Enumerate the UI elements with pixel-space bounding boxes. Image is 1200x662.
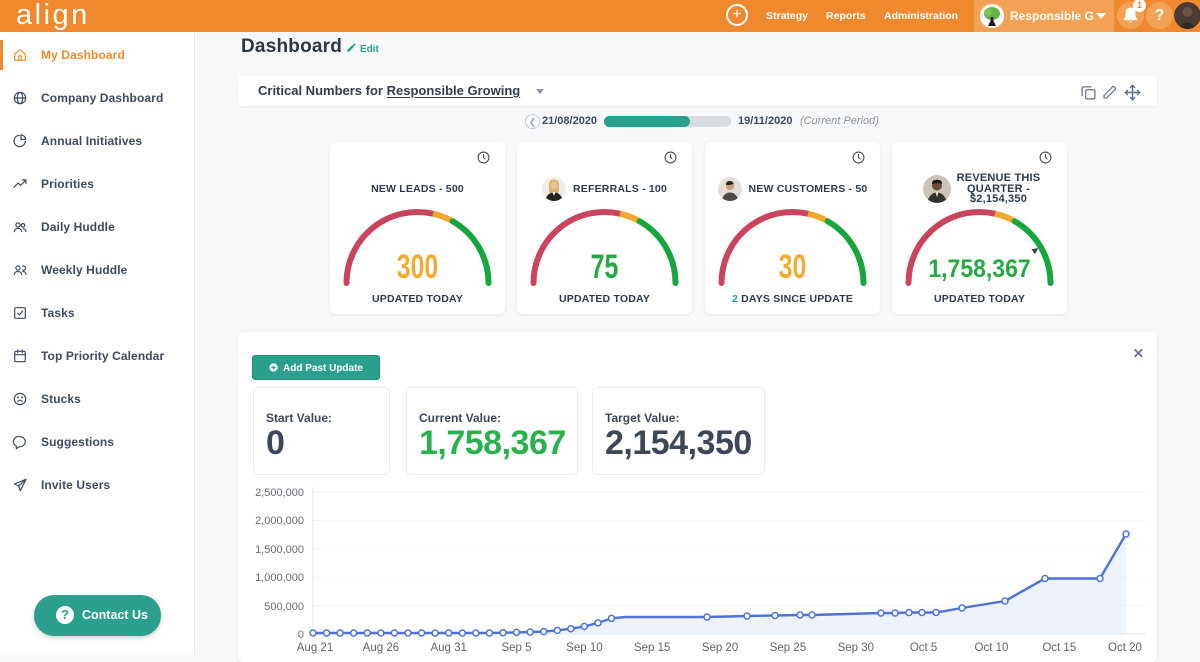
svg-text:2,500,000: 2,500,000	[255, 487, 304, 499]
svg-text:Oct 15: Oct 15	[1042, 642, 1076, 654]
svg-text:Aug 26: Aug 26	[363, 642, 399, 654]
svg-text:1,000,000: 1,000,000	[255, 572, 304, 584]
svg-text:0: 0	[298, 629, 304, 641]
svg-text:Oct 5: Oct 5	[910, 642, 937, 654]
svg-text:Oct 10: Oct 10	[975, 642, 1009, 654]
svg-text:1,500,000: 1,500,000	[255, 544, 304, 556]
svg-text:2,000,000: 2,000,000	[255, 515, 304, 527]
svg-text:Oct 20: Oct 20	[1108, 642, 1142, 654]
svg-text:Sep 25: Sep 25	[770, 642, 806, 654]
svg-text:Sep 20: Sep 20	[702, 642, 738, 654]
svg-text:Sep 15: Sep 15	[634, 642, 670, 654]
svg-text:Sep 5: Sep 5	[501, 642, 531, 654]
svg-text:Sep 10: Sep 10	[566, 642, 602, 654]
svg-text:Sep 30: Sep 30	[838, 642, 874, 654]
svg-text:500,000: 500,000	[264, 601, 304, 613]
svg-text:Aug 21: Aug 21	[297, 642, 333, 654]
svg-text:Aug 31: Aug 31	[430, 642, 466, 654]
